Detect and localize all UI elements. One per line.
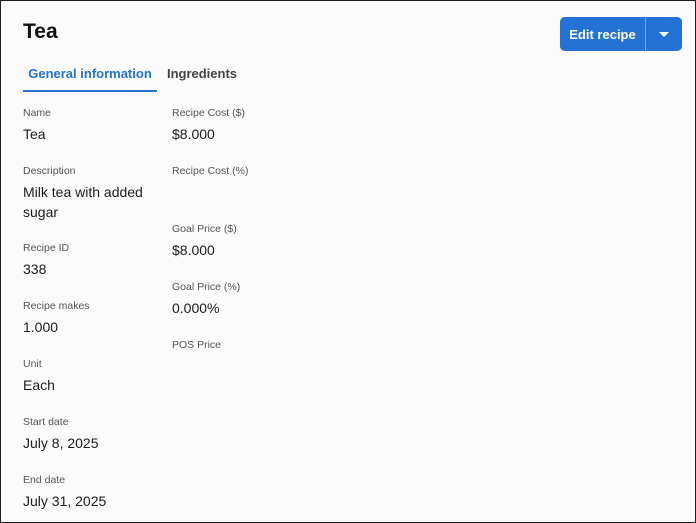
chevron-down-icon [659,31,669,37]
field-label: Goal Price ($) [172,223,237,235]
field-label: POS Price [172,339,222,351]
field-value: $8.000 [172,126,215,142]
field-value: $8.000 [172,242,215,258]
field-end-date: End date July 31, 2025 [23,473,153,511]
field-goal-price-dollars: Goal Price ($) $8.000 [172,222,332,260]
edit-recipe-button-group: Edit recipe [560,17,682,51]
field-label: Description [23,165,76,177]
tab-general-information[interactable]: General information [23,57,157,92]
field-value: 1.000 [23,319,59,335]
edit-options-dropdown-button[interactable] [646,17,682,51]
field-label: Recipe Cost ($) [172,107,245,119]
field-label: Recipe Cost (%) [172,165,249,177]
page-title: Tea [23,20,58,43]
field-recipe-id: Recipe ID 338 [23,241,153,279]
field-value: Tea [23,126,46,142]
field-pos-price: POS Price [172,338,332,356]
recipe-detail-panel: Tea Edit recipe General information Ingr… [0,0,696,523]
field-start-date: Start date July 8, 2025 [23,415,153,453]
field-recipe-cost-percent: Recipe Cost (%) [172,164,332,182]
field-name: Name Tea [23,106,153,144]
field-description: Description Milk tea with added sugar [23,164,153,222]
field-label: Recipe ID [23,242,70,254]
field-label: End date [23,474,66,486]
field-unit: Unit Each [23,357,153,395]
field-value: Milk tea with added sugar [23,184,143,220]
field-label: Goal Price (%) [172,281,241,293]
field-value: 338 [23,261,47,277]
tab-ingredients[interactable]: Ingredients [157,57,247,92]
field-label: Name [23,107,52,119]
field-value: July 31, 2025 [23,493,107,509]
field-value: July 8, 2025 [23,435,99,451]
field-label: Unit [23,358,42,370]
tab-bar: General information Ingredients [23,57,247,92]
field-recipe-makes: Recipe makes 1.000 [23,299,153,337]
field-value: Each [23,377,55,393]
field-goal-price-percent: Goal Price (%) 0.000% [172,280,332,318]
field-label: Recipe makes [23,300,90,312]
field-recipe-cost-dollars: Recipe Cost ($) $8.000 [172,106,332,144]
edit-recipe-button[interactable]: Edit recipe [560,17,645,51]
field-label: Start date [23,416,69,428]
field-value: 0.000% [172,300,220,316]
